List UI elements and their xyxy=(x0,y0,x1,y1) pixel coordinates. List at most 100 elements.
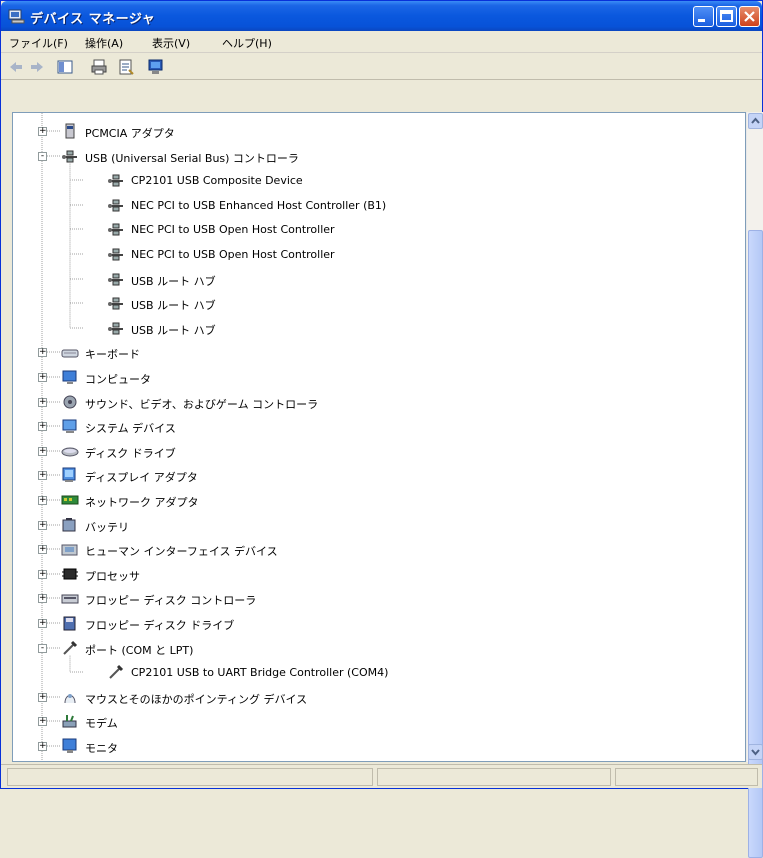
system-icon xyxy=(62,419,77,434)
tree-item-label: NEC PCI to USB Enhanced Host Controller … xyxy=(131,198,387,212)
expand-icon[interactable]: + xyxy=(38,348,47,358)
usb-icon xyxy=(108,273,123,286)
forward-arrow-icon[interactable] xyxy=(28,58,46,76)
scan-hardware-icon[interactable] xyxy=(147,58,165,76)
scroll-down-button[interactable] xyxy=(748,744,763,760)
properties-icon[interactable] xyxy=(117,58,135,76)
tree-item-label: NEC PCI to USB Open Host Controller xyxy=(131,248,335,261)
tree-category[interactable]: + ディスプレイ アダプタ xyxy=(13,464,745,487)
tree-device[interactable]: USB ルート ハブ xyxy=(13,317,745,340)
tree-category[interactable]: + システム デバイス xyxy=(13,415,745,438)
expand-icon[interactable]: + xyxy=(38,127,47,136)
tree-device[interactable]: USB ルート ハブ xyxy=(13,268,745,291)
network-icon xyxy=(61,495,79,505)
tree-category[interactable]: + モニタ xyxy=(13,735,745,758)
tree-item-label: ディスプレイ アダプタ xyxy=(85,471,198,485)
modem-icon xyxy=(62,715,77,728)
tree-item-label: USB ルート ハブ xyxy=(131,274,216,288)
tree-item-label: ネットワーク アダプタ xyxy=(85,496,199,509)
expand-icon[interactable]: + xyxy=(38,496,47,505)
tree-device[interactable]: CP2101 USB Composite Device xyxy=(13,169,745,192)
tree-item-label: ポート (COM と LPT) xyxy=(85,643,194,657)
tree-category[interactable]: - ポート (COM と LPT) xyxy=(13,637,745,660)
expand-icon[interactable]: + xyxy=(38,569,47,579)
tree-device[interactable]: NEC PCI to USB Open Host Controller xyxy=(13,243,745,266)
expand-icon[interactable]: + xyxy=(38,520,47,530)
window-title: デバイス マネージャ xyxy=(30,12,156,27)
tree-category[interactable]: + ヒューマン インターフェイス デバイス xyxy=(13,538,745,561)
expand-icon[interactable]: + xyxy=(38,619,47,628)
device-manager-icon xyxy=(8,9,25,24)
tree-category[interactable]: + プロセッサ xyxy=(13,563,745,586)
tree-category[interactable]: + フロッピー ディスク ドライブ xyxy=(13,612,745,635)
expand-icon[interactable]: + xyxy=(38,717,47,727)
usb-icon xyxy=(108,174,123,187)
vertical-scrollbar[interactable] xyxy=(746,112,763,858)
tree-category[interactable]: + ネットワーク アダプタ xyxy=(13,489,745,512)
tree-category[interactable]: + フロッピー ディスク コントローラ xyxy=(13,587,745,610)
expand-icon[interactable]: + xyxy=(38,594,47,604)
tree-category[interactable]: + サウンド、ビデオ、およびゲーム コントローラ xyxy=(13,391,745,414)
show-hide-tree-icon[interactable] xyxy=(56,58,74,76)
tree-category[interactable]: + コンピュータ xyxy=(13,366,745,389)
menu-help[interactable]: ヘルプ(H) xyxy=(222,35,272,51)
expand-icon[interactable]: + xyxy=(38,742,47,751)
tree-category[interactable]: + キーボード xyxy=(13,341,745,364)
floppy-drive-icon xyxy=(63,616,76,631)
collapse-icon[interactable]: - xyxy=(38,151,47,161)
maximize-button[interactable] xyxy=(716,6,737,27)
tree-item-label: フロッピー ディスク ドライブ xyxy=(85,619,235,632)
expand-icon[interactable]: + xyxy=(38,373,47,382)
expand-icon[interactable]: + xyxy=(38,422,47,432)
minimize-button[interactable] xyxy=(693,6,714,27)
display-icon xyxy=(62,467,76,483)
title-bar[interactable]: デバイス マネージャ xyxy=(1,1,762,31)
keyboard-icon xyxy=(61,349,79,358)
scroll-up-button[interactable] xyxy=(748,113,763,129)
print-icon[interactable] xyxy=(90,58,108,76)
tree-item-label: バッテリ xyxy=(85,520,129,534)
tree-item-label: USB ルート ハブ xyxy=(131,299,216,313)
tree-item-label: プロセッサ xyxy=(85,569,140,583)
menu-bar: ファイル(F) 操作(A) 表示(V) ヘルプ(H) xyxy=(1,31,762,53)
menu-view[interactable]: 表示(V) xyxy=(152,35,190,51)
tree-item-label: CP2101 USB to UART Bridge Controller (CO… xyxy=(131,666,389,680)
status-pane-main xyxy=(7,768,373,786)
tree-item-label: モデム xyxy=(85,717,118,731)
toolbar xyxy=(1,54,762,80)
menu-file[interactable]: ファイル(F) xyxy=(9,35,68,51)
expand-icon[interactable]: + xyxy=(38,397,47,407)
tree-category[interactable]: + PCMCIA アダプタ xyxy=(13,120,745,143)
tree-device[interactable]: USB ルート ハブ xyxy=(13,292,745,315)
tree-item-label: サウンド、ビデオ、およびゲーム コントローラ xyxy=(85,397,319,411)
tree-item-label: ディスク ドライブ xyxy=(85,446,176,460)
expand-icon[interactable]: + xyxy=(38,471,47,481)
tree-category[interactable]: - USB (Universal Serial Bus) コントローラ xyxy=(13,145,745,168)
back-arrow-icon[interactable] xyxy=(7,58,25,76)
tree-item-label: マウスとそのほかのポインティング デバイス xyxy=(85,692,308,706)
scroll-up-icon xyxy=(751,117,760,124)
expand-icon[interactable]: + xyxy=(38,692,47,702)
usb-icon xyxy=(108,297,123,310)
menu-action[interactable]: 操作(A) xyxy=(85,35,123,51)
tree-category[interactable]: + モデム xyxy=(13,710,745,733)
tree-category[interactable]: + マウスとそのほかのポインティング デバイス xyxy=(13,686,745,709)
tree-device[interactable]: NEC PCI to USB Enhanced Host Controller … xyxy=(13,194,745,217)
tree-item-label: PCMCIA アダプタ xyxy=(85,127,175,140)
close-button[interactable] xyxy=(739,6,760,27)
device-manager-window: デバイス マネージャ ファイル(F) 操作(A) 表示(V) ヘルプ(H) + P… xyxy=(0,0,763,858)
monitor-icon xyxy=(62,738,77,753)
tree-item-label: キーボード xyxy=(85,348,140,362)
tree-category[interactable]: + バッテリ xyxy=(13,514,745,537)
tree-item-label: CP2101 USB Composite Device xyxy=(131,174,303,188)
tree-device[interactable]: CP2101 USB to UART Bridge Controller (CO… xyxy=(13,661,745,684)
collapse-icon[interactable]: - xyxy=(38,643,47,653)
expand-icon[interactable]: + xyxy=(38,545,47,555)
mouse-icon xyxy=(64,693,76,703)
tree-device[interactable]: NEC PCI to USB Open Host Controller xyxy=(13,218,745,241)
hid-icon xyxy=(61,544,78,556)
expand-icon[interactable]: + xyxy=(38,446,47,456)
device-tree[interactable]: + PCMCIA アダプタ - USB (Universal Serial Bus) … xyxy=(12,112,746,762)
tree-category[interactable]: + ディスク ドライブ xyxy=(13,440,745,463)
tree-item-label: フロッピー ディスク コントローラ xyxy=(85,594,257,608)
